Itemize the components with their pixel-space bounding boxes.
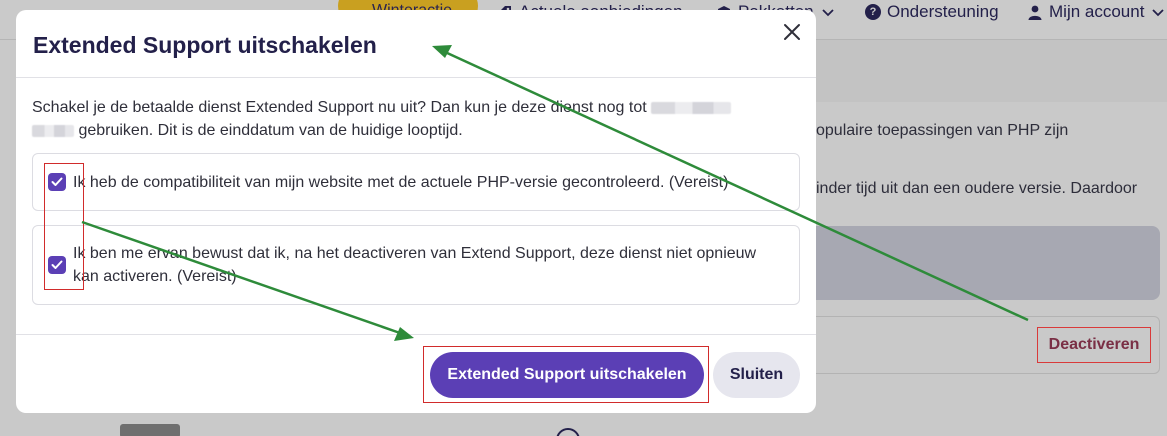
irreversible-checkbox-label: Ik ben me ervan bewust dat ik, na het de…	[73, 245, 757, 285]
extended-support-modal: Extended Support uitschakelen Schakel je…	[16, 10, 816, 413]
confirm-disable-button[interactable]: Extended Support uitschakelen	[430, 352, 704, 398]
modal-header: Extended Support uitschakelen	[16, 10, 816, 78]
description-text-part2: gebruiken. Dit is de einddatum van de hu…	[78, 122, 463, 139]
nav-account-label: Mijn account	[1049, 2, 1145, 21]
confirmation-card-compatibility: Ik heb de compatibiliteit van mijn websi…	[32, 153, 800, 211]
modal-title: Extended Support uitschakelen	[33, 32, 377, 58]
compatibility-checkbox-label: Ik heb de compatibiliteit van mijn websi…	[73, 174, 729, 191]
background-text-fragment	[120, 424, 180, 436]
redacted-date	[651, 101, 732, 114]
deactivate-button[interactable]: Deactiveren	[1037, 327, 1151, 363]
background-info-box	[800, 226, 1160, 300]
confirmation-card-irreversible: Ik ben me ervan bewust dat ik, na het de…	[32, 225, 800, 305]
description-text-part1: Schakel je de betaalde dienst Extended S…	[32, 99, 647, 116]
checkbox-highlight-annotation	[44, 163, 84, 290]
modal-footer-divider	[16, 334, 816, 335]
background-circle-icon	[556, 428, 580, 436]
close-dialog-button[interactable]: Sluiten	[713, 352, 800, 398]
close-button[interactable]	[780, 22, 804, 46]
modal-description: Schakel je de betaalde dienst Extended S…	[32, 96, 772, 142]
help-icon: ?	[865, 4, 881, 20]
chevron-down-icon	[820, 4, 836, 20]
redacted-year	[32, 124, 74, 137]
nav-support[interactable]: ? Ondersteuning	[865, 2, 999, 22]
background-text-line2: inder tijd uit dan een oudere versie. Da…	[816, 180, 1138, 197]
chevron-down-icon	[1150, 4, 1166, 20]
nav-support-label: Ondersteuning	[887, 2, 999, 21]
user-icon	[1027, 4, 1043, 20]
close-icon	[783, 23, 801, 46]
background-text-line1: opulaire toepassingen van PHP zijn	[816, 122, 1069, 139]
nav-account[interactable]: Mijn account	[1027, 2, 1166, 22]
